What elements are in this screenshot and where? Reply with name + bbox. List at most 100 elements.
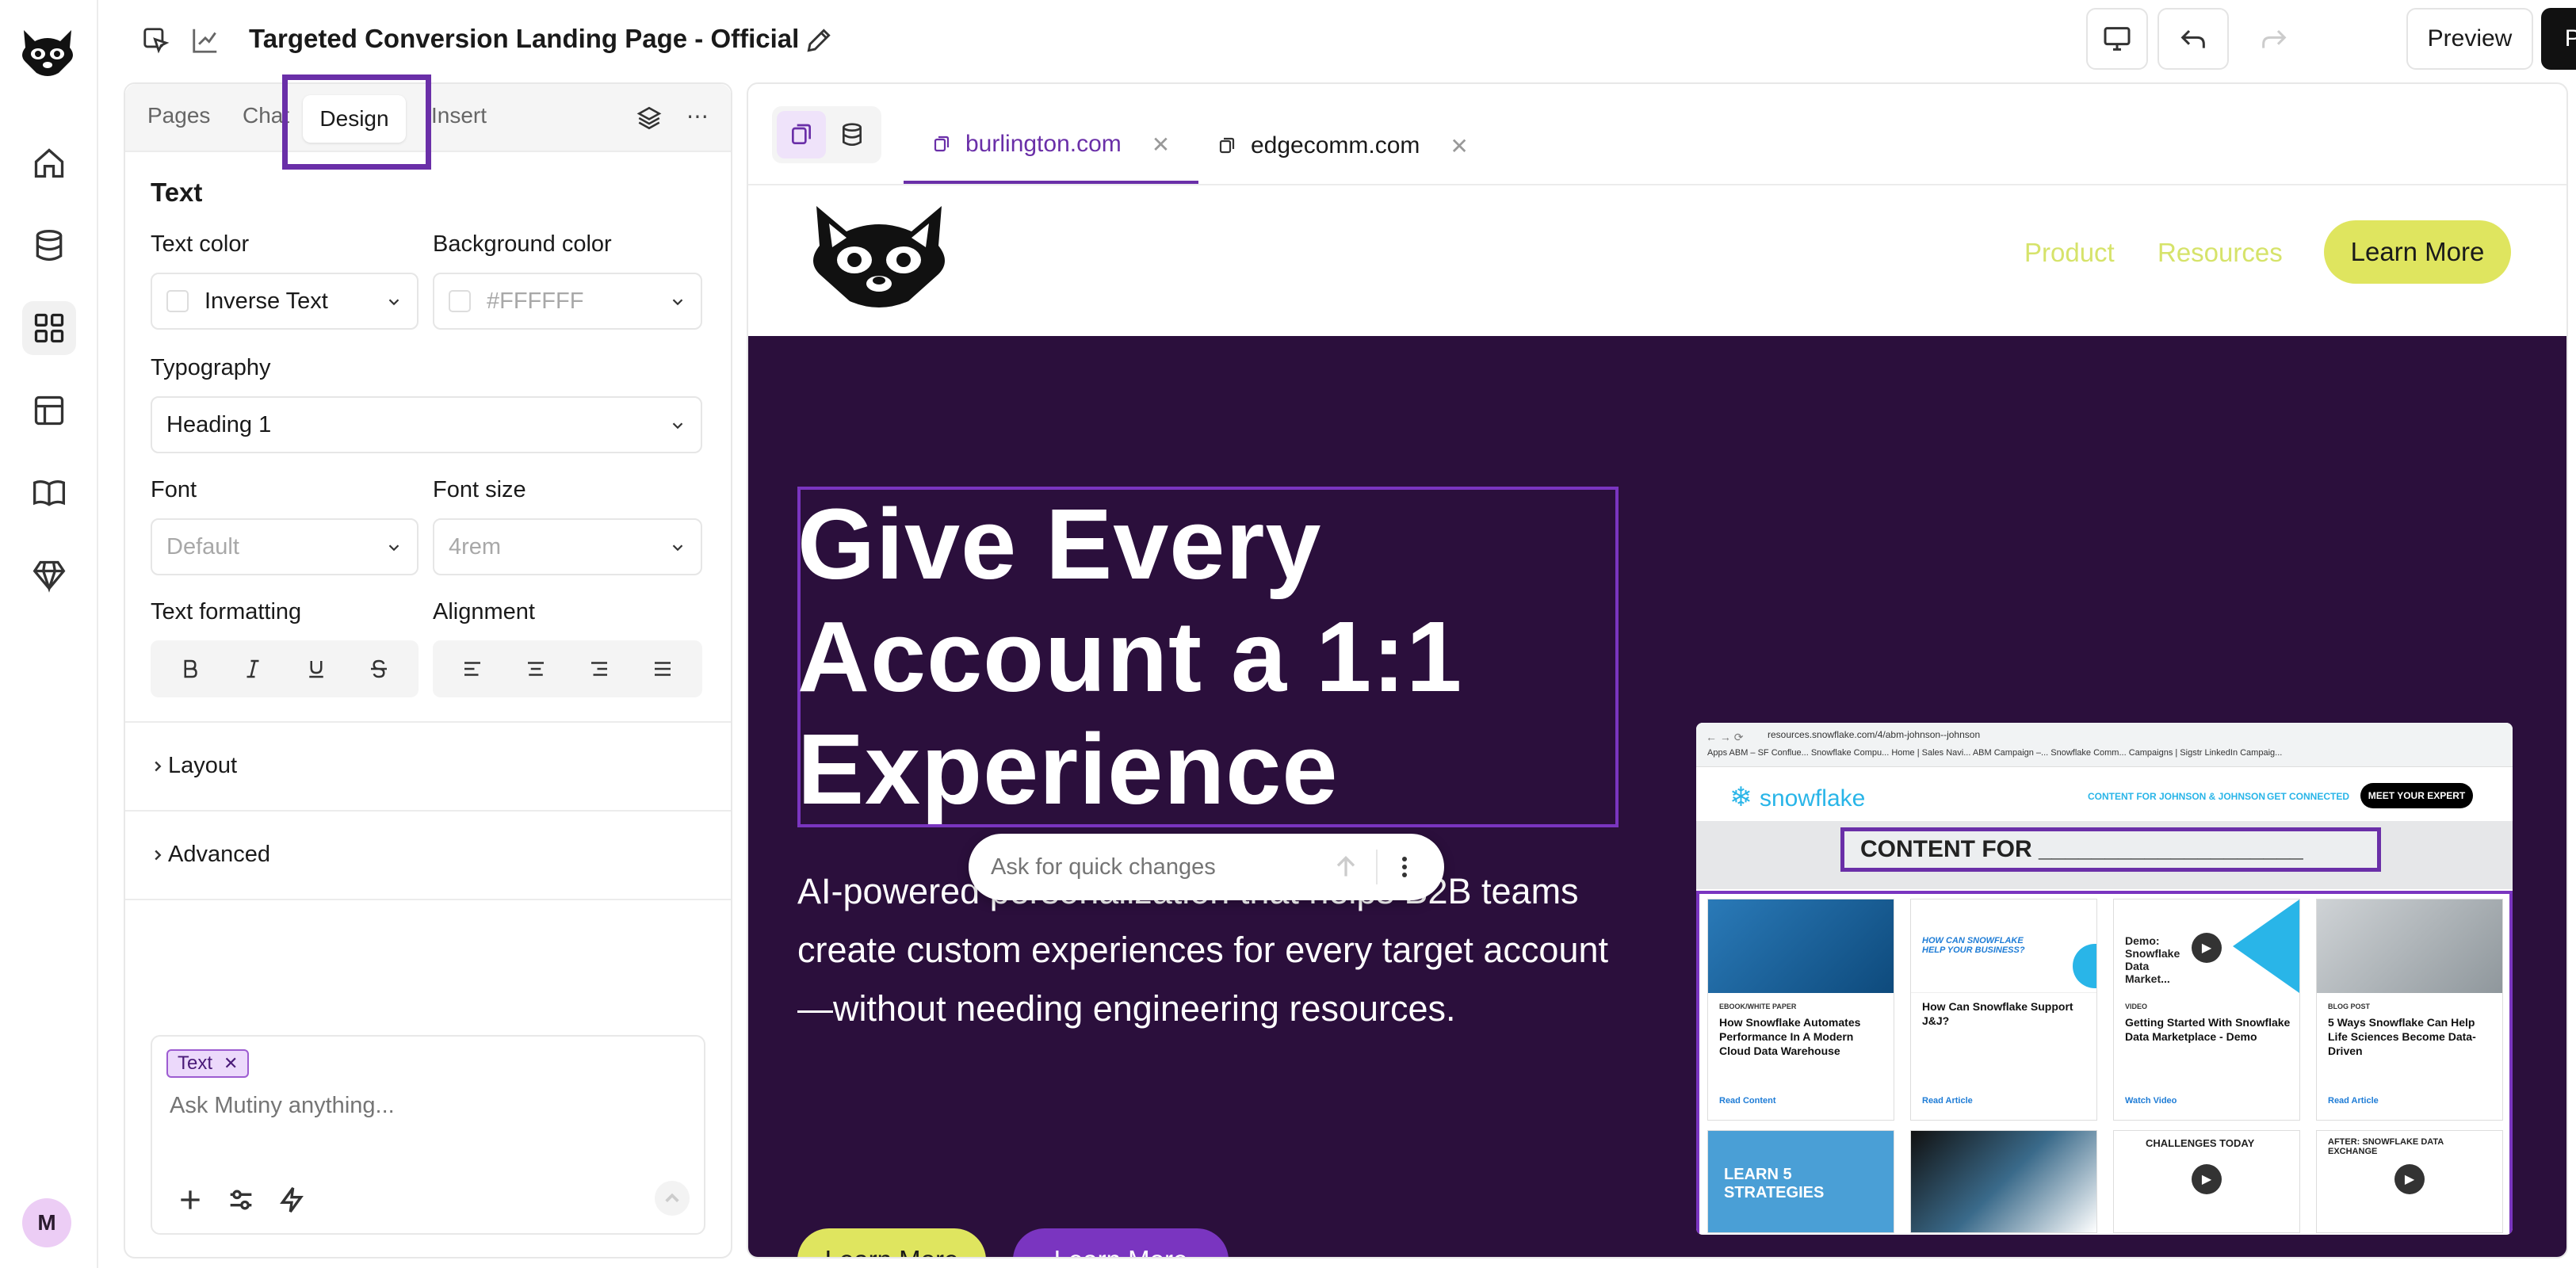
monitor-icon: [2104, 27, 2131, 51]
home-icon[interactable]: [22, 136, 76, 190]
sf-card: BLOG POST 5 Ways Snowflake Can Help Life…: [2316, 899, 2503, 1121]
canvas-tabs: burlington.com ✕ edgecomm.com ✕: [748, 84, 2566, 185]
sf-content-for: CONTENT FOR ____________________: [1840, 827, 2381, 872]
variant-icon: [934, 136, 950, 152]
chat-send-button[interactable]: [655, 1181, 690, 1216]
sf-card-image: HOW CAN SNOWFLAKE HELP YOUR BUSINESS?: [1911, 899, 2096, 993]
nav-resources[interactable]: Resources: [2157, 238, 2283, 268]
variant-icon: [1219, 137, 1235, 154]
hero-title[interactable]: Give Every Account a 1:1 Experience: [797, 488, 1590, 826]
undo-button[interactable]: [2157, 8, 2229, 70]
plus-icon[interactable]: [174, 1184, 206, 1216]
design-tab-highlight: [282, 74, 431, 170]
close-tab-icon[interactable]: ✕: [1152, 132, 1170, 158]
align-justify-icon[interactable]: [647, 653, 678, 685]
redo-button[interactable]: [2238, 8, 2310, 70]
advanced-section[interactable]: Advanced: [125, 810, 731, 899]
sf-card-title: How Snowflake Automates Performance In A…: [1719, 1016, 1861, 1057]
grid-icon[interactable]: [22, 301, 76, 355]
text-formatting-group: [151, 640, 419, 697]
chevron-down-icon: [672, 544, 683, 552]
snowflake-header: ❄ snowflake CONTENT FOR JOHNSON & JOHNSO…: [1696, 767, 2513, 821]
analytics-icon[interactable]: [184, 19, 227, 62]
user-avatar[interactable]: M: [22, 1198, 71, 1247]
sliders-icon[interactable]: [225, 1184, 257, 1216]
book-icon[interactable]: [22, 466, 76, 520]
text-color-select[interactable]: Inverse Text: [151, 273, 419, 330]
quick-changes-input[interactable]: [991, 848, 1324, 886]
design-panel: Pages Chat Design Insert ⋯ Text Text col…: [124, 74, 732, 1258]
font-select[interactable]: Default: [151, 518, 419, 575]
preview-button[interactable]: Preview: [2406, 8, 2533, 70]
more-options-icon[interactable]: ⋯: [686, 103, 709, 129]
background-color-select[interactable]: #FFFFFF: [433, 273, 702, 330]
cursor-select-icon[interactable]: [135, 19, 178, 62]
chevron-down-icon: [672, 299, 683, 306]
lightning-icon[interactable]: [276, 1184, 308, 1216]
publish-button[interactable]: Publish: [2541, 8, 2576, 70]
bg-color-value: #FFFFFF: [487, 288, 584, 314]
sf-card-grid: EBOOK/WHITE PAPER How Snowflake Automate…: [1696, 891, 2513, 1235]
strikethrough-icon[interactable]: [363, 653, 395, 685]
sf-card: Demo: Snowflake Data Market... ▶ VIDEO G…: [2113, 899, 2300, 1121]
underline-icon[interactable]: [300, 653, 332, 685]
raccoon-logo-icon[interactable]: [805, 201, 953, 314]
font-size-select[interactable]: 4rem: [433, 518, 702, 575]
close-tab-icon[interactable]: ✕: [1450, 133, 1468, 159]
divider: [1376, 850, 1378, 884]
database-icon[interactable]: [22, 219, 76, 273]
sf-card-heading: Demo: Snowflake Data Market...: [2125, 934, 2180, 985]
align-left-icon[interactable]: [457, 653, 488, 685]
layout-section[interactable]: Layout: [125, 721, 731, 810]
browser-nav-icons: ← → ⟳: [1706, 731, 1744, 743]
sf-card-kind: BLOG POST: [2328, 1003, 2371, 1010]
top-bar: Targeted Conversion Landing Page - Offic…: [98, 0, 2576, 81]
sf-nav-connect: GET CONNECTED: [2267, 791, 2350, 802]
diamond-icon[interactable]: [22, 548, 76, 602]
bg-color-swatch: [449, 290, 471, 312]
text-color-swatch: [166, 290, 189, 312]
nav-product[interactable]: Product: [2024, 238, 2115, 268]
raccoon-logo-icon[interactable]: [17, 27, 78, 79]
hero-learn-more-button-secondary[interactable]: Learn More: [1013, 1228, 1229, 1257]
tab-edgecomm[interactable]: edgecomm.com ✕: [1217, 108, 1469, 184]
bold-icon[interactable]: [174, 653, 206, 685]
vertical-dots-icon[interactable]: [1389, 851, 1420, 883]
typography-value: Heading 1: [166, 411, 272, 437]
chip-close-icon[interactable]: ✕: [224, 1053, 238, 1074]
tab-insert[interactable]: Insert: [431, 103, 488, 128]
sf-card-title: Getting Started With Snowflake Data Mark…: [2125, 1016, 2291, 1043]
product-screenshot: ← → ⟳ resources.snowflake.com/4/abm-john…: [1696, 723, 2513, 1235]
hero-learn-more-button-primary[interactable]: Learn More: [797, 1228, 986, 1257]
desktop-preview-button[interactable]: [2086, 8, 2148, 70]
typography-select[interactable]: Heading 1: [151, 396, 702, 453]
sf-card: EBOOK/WHITE PAPER How Snowflake Automate…: [1707, 899, 1894, 1121]
tab-pages[interactable]: Pages: [147, 103, 210, 128]
data-view-button[interactable]: [827, 111, 877, 158]
font-size-value: 4rem: [449, 533, 502, 560]
header-learn-more-button[interactable]: Learn More: [2324, 220, 2511, 284]
align-center-icon[interactable]: [520, 653, 552, 685]
sf-card-heading: LEARN 5 STRATEGIES: [1724, 1166, 1825, 1201]
layout-icon[interactable]: [22, 384, 76, 437]
sf-card-link: Read Article: [1922, 1096, 1973, 1106]
context-chip[interactable]: Text ✕: [166, 1049, 250, 1078]
browser-url: resources.snowflake.com/4/abm-johnson--j…: [1768, 729, 1981, 740]
sf-card-image: [2317, 899, 2502, 993]
typography-label: Typography: [151, 355, 271, 380]
site-header: Product Resources Learn More: [748, 185, 2566, 336]
align-right-icon[interactable]: [583, 653, 615, 685]
undo-icon: [2180, 29, 2205, 48]
italic-icon[interactable]: [237, 653, 269, 685]
tab-burlington[interactable]: burlington.com ✕: [904, 108, 1199, 184]
pages-icon: [792, 124, 811, 144]
variant-view-button[interactable]: [777, 111, 826, 158]
text-color-value: Inverse Text: [204, 288, 328, 314]
sf-card: AFTER: SNOWFLAKE DATA EXCHANGE ▶: [2316, 1130, 2503, 1233]
pencil-icon[interactable]: [804, 25, 834, 55]
arrow-up-icon[interactable]: [1330, 851, 1362, 883]
chat-input[interactable]: [170, 1086, 677, 1125]
chevron-down-icon: [388, 299, 399, 306]
section-divider: [125, 899, 731, 900]
layers-icon[interactable]: [636, 105, 663, 132]
